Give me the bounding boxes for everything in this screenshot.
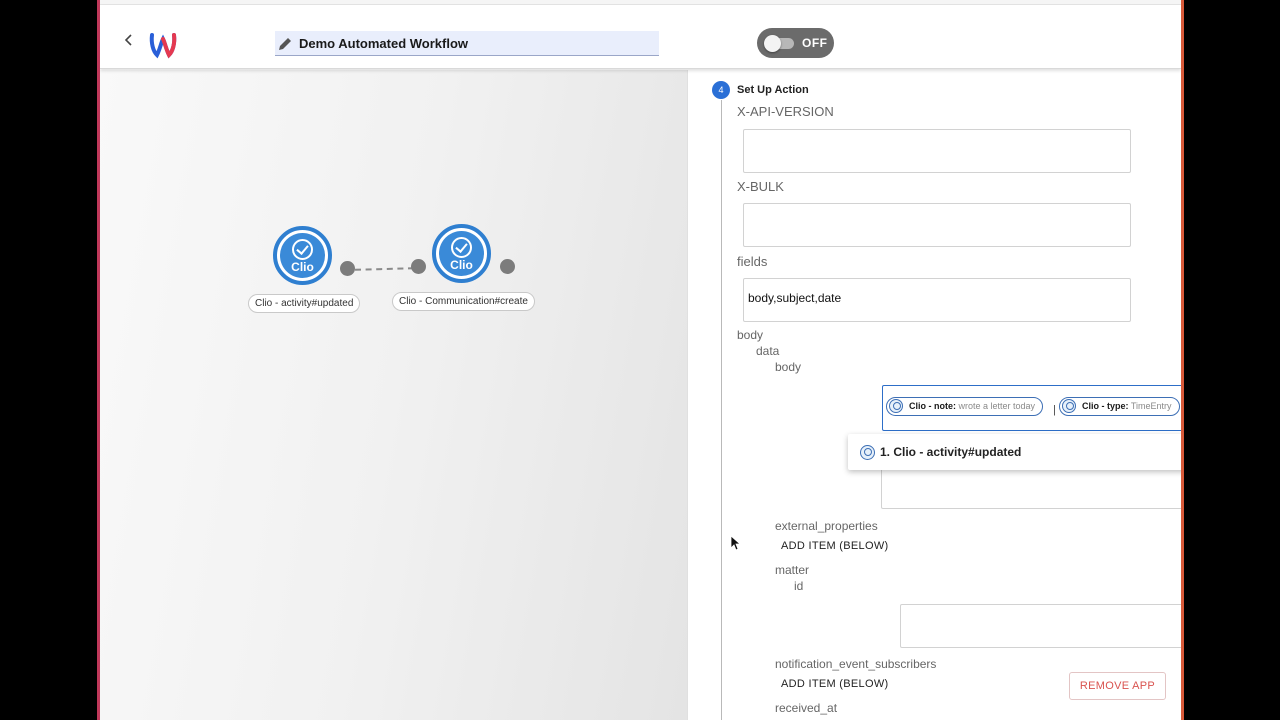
toggle-label: OFF <box>802 36 828 50</box>
data-body-label: body <box>775 360 802 374</box>
trigger-node-label[interactable]: Clio - activity#updated <box>248 294 361 313</box>
app-window: OFF Clio Clio Clio - activity#updated Cl… <box>97 0 1184 720</box>
remove-app-button[interactable]: REMOVE APP <box>1069 672 1166 700</box>
pencil-icon <box>279 38 291 50</box>
node-icon-text: Clio <box>291 260 314 274</box>
node-output-handle[interactable] <box>340 261 355 276</box>
check-circle-icon <box>451 237 472 258</box>
fields-label: fields <box>737 254 768 269</box>
x-api-version-input[interactable] <box>743 129 1131 173</box>
x-bulk-label: X-BULK <box>737 179 784 194</box>
chip-value: wrote a letter today <box>958 401 1036 411</box>
matter-label: matter <box>775 563 810 577</box>
dropdown-label: 1. Clio - activity#updated <box>880 445 1022 459</box>
received-at-label: received_at <box>775 701 838 715</box>
clio-token-icon <box>860 445 875 460</box>
add-item-button[interactable]: ADD ITEM (BELOW) <box>781 678 888 690</box>
step-timeline-line <box>721 100 722 720</box>
clio-token-icon <box>889 399 903 413</box>
clio-app-icon: Clio <box>439 231 484 276</box>
node-output-handle[interactable] <box>500 259 515 274</box>
body-label: body <box>737 328 764 342</box>
toggle-knob <box>764 35 781 52</box>
fields-input[interactable]: body,subject,date <box>743 278 1131 322</box>
header-bar: OFF <box>100 5 1181 69</box>
check-circle-icon <box>292 239 313 260</box>
step-title: Set Up Action <box>737 84 809 96</box>
workflow-node-action[interactable]: Clio <box>432 224 491 283</box>
chip-key: Clio - type: <box>1082 401 1129 411</box>
workflow-title-input[interactable] <box>299 31 654 55</box>
workflow-canvas[interactable]: Clio Clio Clio - activity#updated Clio -… <box>100 70 687 720</box>
chip-value: TimeEntry <box>1130 401 1172 411</box>
workflow-title-field[interactable] <box>275 31 659 56</box>
node-icon-text: Clio <box>450 258 473 272</box>
data-field-input[interactable] <box>881 465 1181 509</box>
step-number-badge: 4 <box>712 81 730 99</box>
node-input-handle[interactable] <box>411 259 426 274</box>
x-api-version-label: X-API-VERSION <box>737 104 834 119</box>
chip-key: Clio - note: <box>909 401 956 411</box>
data-source-dropdown[interactable]: 1. Clio - activity#updated <box>848 434 1181 470</box>
notification-event-subscribers-label: notification_event_subscribers <box>775 657 937 671</box>
fields-input-value: body,subject,date <box>748 291 842 305</box>
external-properties-label: external_properties <box>775 519 878 533</box>
clio-token-icon <box>1062 399 1076 413</box>
matter-id-label: id <box>794 579 804 593</box>
workflow-node-trigger[interactable]: Clio <box>273 226 332 285</box>
action-node-label[interactable]: Clio - Communication#create <box>392 292 535 311</box>
matter-id-input[interactable] <box>900 604 1181 648</box>
mouse-pointer-icon <box>730 535 742 551</box>
data-label: data <box>756 344 780 358</box>
clio-app-icon: Clio <box>280 233 325 278</box>
token-chip[interactable]: Clio - note: wrote a letter today <box>886 397 1044 416</box>
node-connector-line <box>354 267 415 271</box>
action-setup-panel: 4 Set Up Action X-API-VERSION X-BULK fie… <box>687 70 1181 720</box>
token-chip[interactable]: Clio - type: TimeEntry <box>1059 397 1180 416</box>
add-item-button[interactable]: ADD ITEM (BELOW) <box>781 540 888 552</box>
back-arrow-icon[interactable] <box>122 33 136 47</box>
workflow-active-toggle[interactable]: OFF <box>757 28 834 58</box>
chip-separator: | <box>1053 404 1056 416</box>
x-bulk-input[interactable] <box>743 203 1131 247</box>
app-logo-icon[interactable] <box>148 29 178 59</box>
data-body-input[interactable]: Clio - note: wrote a letter today | Clio… <box>882 385 1181 431</box>
